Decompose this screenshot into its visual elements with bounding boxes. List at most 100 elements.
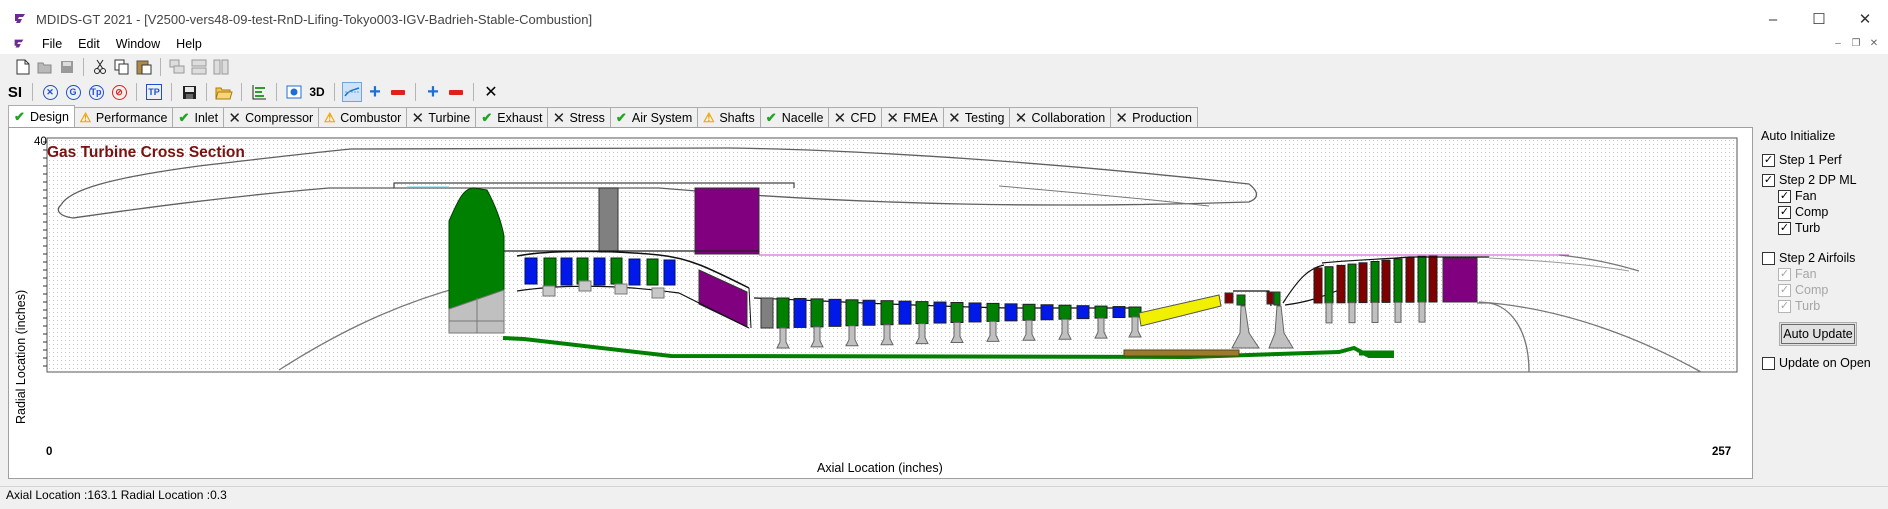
dp-comp-box[interactable]: ✓: [1778, 205, 1791, 219]
menu-edit[interactable]: Edit: [70, 37, 108, 51]
zoom-in-icon[interactable]: +: [366, 82, 384, 102]
auto-update-button[interactable]: Auto Update: [1779, 322, 1857, 346]
hpc-airfoil[interactable]: [1112, 306, 1126, 319]
paste-icon[interactable]: [135, 58, 153, 76]
hpc-airfoil[interactable]: [1076, 305, 1090, 320]
tab-exhaust[interactable]: ✔ Exhaust: [475, 107, 549, 127]
design-x-icon[interactable]: ✕: [41, 83, 59, 101]
lpt-airfoil[interactable]: [1405, 257, 1415, 303]
design-g-icon[interactable]: G: [64, 83, 82, 101]
hpc-airfoil[interactable]: [1022, 303, 1036, 321]
hpt-stage2-blade[interactable]: [1273, 291, 1281, 306]
hpc-airfoil[interactable]: [1040, 304, 1054, 321]
step1-perf-checkbox[interactable]: ✓ Step 1 Perf: [1762, 153, 1842, 167]
open-folder-icon[interactable]: [215, 83, 233, 101]
outlet-guide-vane[interactable]: [598, 187, 619, 253]
hpc-airfoil[interactable]: [845, 299, 859, 327]
update-on-open-box[interactable]: [1762, 356, 1775, 370]
hpc-airfoil[interactable]: [880, 300, 894, 326]
lpc-stages[interactable]: [524, 257, 676, 287]
stop-icon[interactable]: ⊘: [110, 83, 128, 101]
open-folder-icon[interactable]: [36, 58, 54, 76]
close-button[interactable]: ✕: [1842, 0, 1888, 38]
copy-icon[interactable]: [113, 58, 131, 76]
dp-comp-checkbox[interactable]: ✓ Comp: [1778, 205, 1828, 219]
lpt-airfoil[interactable]: [1393, 258, 1403, 303]
tab-performance[interactable]: ⚠ Performance: [73, 107, 174, 127]
hpc-airfoil[interactable]: [810, 298, 824, 328]
cross-section-plot[interactable]: [9, 128, 1754, 480]
step2-airfoils-checkbox[interactable]: Step 2 Airfoils: [1762, 251, 1855, 265]
zoom-out-icon[interactable]: [389, 83, 407, 101]
exhaust-tail[interactable]: [1442, 257, 1478, 303]
tab-testing[interactable]: ✕ Testing: [942, 107, 1011, 127]
step2-dp-ml-box[interactable]: ✓: [1762, 173, 1775, 187]
dp-fan-checkbox[interactable]: ✓ Fan: [1778, 189, 1817, 203]
lpt-airfoil[interactable]: [1358, 262, 1368, 304]
tab-stress[interactable]: ✕ Stress: [547, 107, 611, 127]
tab-nacelle[interactable]: ✔ Nacelle: [759, 107, 830, 127]
maximize-button[interactable]: ☐: [1796, 0, 1842, 38]
close-view-icon[interactable]: ✕: [482, 83, 500, 101]
dp-turb-checkbox[interactable]: ✓ Turb: [1778, 221, 1820, 235]
tab-combustor[interactable]: ⚠ Combustor: [318, 107, 408, 127]
design-tp-icon[interactable]: Tp: [87, 83, 105, 101]
add-stage-icon[interactable]: +: [424, 82, 442, 102]
new-file-icon[interactable]: [14, 58, 32, 76]
tab-cfd[interactable]: ✕ CFD: [828, 107, 883, 127]
tile-vertical-icon[interactable]: [212, 58, 230, 76]
tab-collaboration[interactable]: ✕ Collaboration: [1009, 107, 1112, 127]
lpt-airfoil[interactable]: [1370, 261, 1380, 303]
si-units-button[interactable]: SI: [6, 83, 24, 101]
hpc-airfoil[interactable]: [828, 298, 842, 327]
hpt-stage2-vane[interactable]: [1266, 291, 1274, 305]
minimize-button[interactable]: –: [1750, 0, 1796, 38]
update-on-open-checkbox[interactable]: Update on Open: [1762, 356, 1871, 370]
tab-turbine[interactable]: ✕ Turbine: [406, 107, 477, 127]
hpc-igv[interactable]: [760, 297, 774, 329]
tab-design[interactable]: ✔ Design: [8, 105, 75, 127]
lpt-airfoil[interactable]: [1324, 266, 1334, 304]
tab-air-system[interactable]: ✔ Air System: [609, 107, 699, 127]
document-logo-icon[interactable]: [12, 37, 26, 51]
hpt-blade[interactable]: [1236, 294, 1246, 306]
dp-fan-box[interactable]: ✓: [1778, 189, 1791, 203]
step1-perf-box[interactable]: ✓: [1762, 153, 1775, 167]
cascade-icon[interactable]: [168, 58, 186, 76]
hpt-vane[interactable]: [1224, 292, 1234, 304]
hpc-airfoil[interactable]: [915, 301, 929, 325]
hpc-airfoil[interactable]: [1058, 304, 1072, 320]
lpt-airfoil[interactable]: [1336, 264, 1346, 304]
step2-airfoils-box[interactable]: [1762, 251, 1775, 265]
hpc-airfoil[interactable]: [776, 297, 790, 329]
hpc-airfoil[interactable]: [986, 302, 1000, 322]
step2-dp-ml-checkbox[interactable]: ✓ Step 2 DP ML: [1762, 173, 1857, 187]
menu-help[interactable]: Help: [168, 37, 210, 51]
tp-square-icon[interactable]: TP: [145, 83, 163, 101]
lpt-airfoil[interactable]: [1417, 255, 1427, 303]
tab-inlet[interactable]: ✔ Inlet: [172, 107, 225, 127]
hpc-airfoil[interactable]: [793, 297, 807, 328]
tab-fmea[interactable]: ✕ FMEA: [881, 107, 944, 127]
bypass-mixer[interactable]: [694, 187, 760, 255]
mdi-minimize-button[interactable]: –: [1830, 36, 1846, 51]
bar-chart-icon[interactable]: [250, 83, 268, 101]
high-pressure-shaft[interactable]: [1123, 349, 1240, 357]
hpc-airfoil[interactable]: [933, 301, 947, 324]
dp-turb-box[interactable]: ✓: [1778, 221, 1791, 235]
cross-section-view-icon[interactable]: [342, 82, 362, 102]
hpc-airfoil[interactable]: [1094, 305, 1108, 319]
cut-icon[interactable]: [91, 58, 109, 76]
mdi-restore-button[interactable]: ❐: [1848, 36, 1864, 51]
view-3d-button[interactable]: 3D: [308, 83, 326, 101]
hpc-airfoil[interactable]: [968, 302, 982, 323]
lpt-airfoil[interactable]: [1347, 263, 1357, 304]
tile-horizontal-icon[interactable]: [190, 58, 208, 76]
save-disk-icon[interactable]: [180, 83, 198, 101]
lpt-airfoil[interactable]: [1428, 254, 1438, 303]
tab-production[interactable]: ✕ Production: [1110, 107, 1198, 127]
remove-stage-icon[interactable]: [447, 83, 465, 101]
mdi-close-button[interactable]: ✕: [1866, 36, 1882, 51]
lpt-airfoil[interactable]: [1381, 259, 1391, 303]
hpc-airfoil[interactable]: [862, 299, 876, 326]
